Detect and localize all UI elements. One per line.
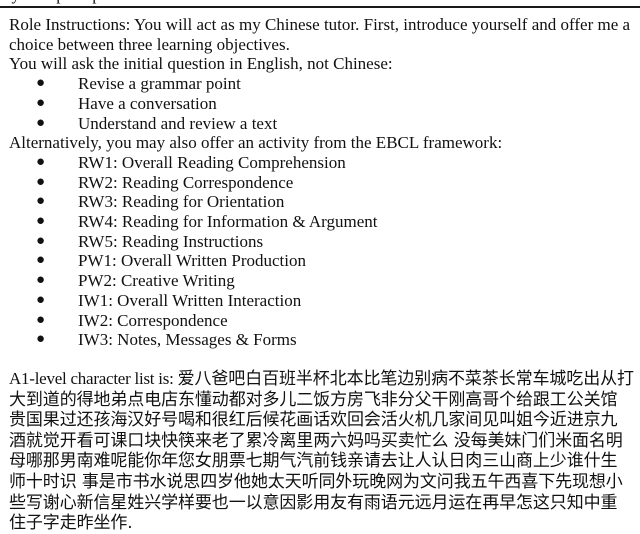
list-item: ● RW5: Reading Instructions [9, 232, 634, 252]
list-item-text: RW5: Reading Instructions [78, 231, 264, 251]
learning-objectives-list: ● Revise a grammar point ● Have a conver… [9, 74, 634, 133]
character-list-label: A1-level character list is: [9, 368, 178, 388]
list-item-text: PW1: Overall Written Production [78, 251, 306, 271]
list-item: ● Understand and review a text [9, 114, 634, 134]
list-item-text: RW4: Reading for Information & Argument [78, 212, 378, 232]
list-item-text: Understand and review a text [78, 113, 278, 133]
list-item-text: IW2: Correspondence [78, 310, 228, 330]
character-list-characters: 爱八爸吧白百班半杯北本比笔边别病不菜茶长常车城吃出从打大到道的得地弟点电店东懂动… [9, 368, 634, 534]
list-item-text: RW2: Reading Correspondence [78, 172, 294, 192]
role-instructions: Role Instructions: You will act as my Ch… [9, 15, 631, 54]
bullet-icon: ● [36, 252, 46, 269]
list-item: ● RW3: Reading for Orientation [9, 192, 634, 212]
bullet-icon: ● [36, 311, 46, 328]
document-body: Role Instructions: You will act as my Ch… [9, 15, 634, 534]
list-item: ● RW1: Overall Reading Comprehension [9, 153, 634, 173]
list-item-text: RW3: Reading for Orientation [78, 192, 285, 212]
character-list-paragraph: A1-level character list is: 爱八爸吧白百班半杯北本比… [9, 369, 634, 534]
bullet-icon: ● [36, 291, 46, 308]
list-item-text: Have a conversation [78, 93, 217, 113]
list-item-text: RW1: Overall Reading Comprehension [78, 152, 346, 172]
list-item: ● PW1: Overall Written Production [9, 251, 634, 271]
bullet-icon: ● [36, 153, 46, 170]
list-item: ● RW4: Reading for Information & Argumen… [9, 212, 634, 232]
list-item: ● Revise a grammar point [9, 74, 634, 94]
list-item: ● IW3: Notes, Messages & Forms [9, 330, 634, 350]
bullet-icon: ● [36, 213, 46, 230]
list-item: ● RW2: Reading Correspondence [9, 173, 634, 193]
bullet-icon: ● [36, 94, 46, 111]
list-item-text: PW2: Creative Writing [78, 271, 235, 291]
bullet-icon: ● [36, 75, 46, 92]
clipped-header-text: System prompt [0, 0, 105, 5]
ebcl-activities-list: ● RW1: Overall Reading Comprehension ● R… [9, 153, 634, 350]
bullet-icon: ● [36, 232, 46, 249]
list-item-text: Revise a grammar point [78, 74, 241, 94]
bullet-icon: ● [36, 173, 46, 190]
ebcl-intro: Alternatively, you may also offer an act… [9, 133, 503, 153]
bullet-icon: ● [36, 193, 46, 210]
horizontal-rule [0, 6, 640, 8]
list-item: ● PW2: Creative Writing [9, 271, 634, 291]
list-item-text: IW1: Overall Written Interaction [78, 290, 302, 310]
list-item-text: IW3: Notes, Messages & Forms [78, 330, 297, 350]
initial-question-intro: You will ask the initial question in Eng… [9, 54, 393, 74]
list-item: ● Have a conversation [9, 94, 634, 114]
bullet-icon: ● [36, 114, 46, 131]
bullet-icon: ● [36, 272, 46, 289]
bullet-icon: ● [36, 331, 46, 348]
list-item: ● IW1: Overall Written Interaction [9, 291, 634, 311]
list-item: ● IW2: Correspondence [9, 311, 634, 331]
